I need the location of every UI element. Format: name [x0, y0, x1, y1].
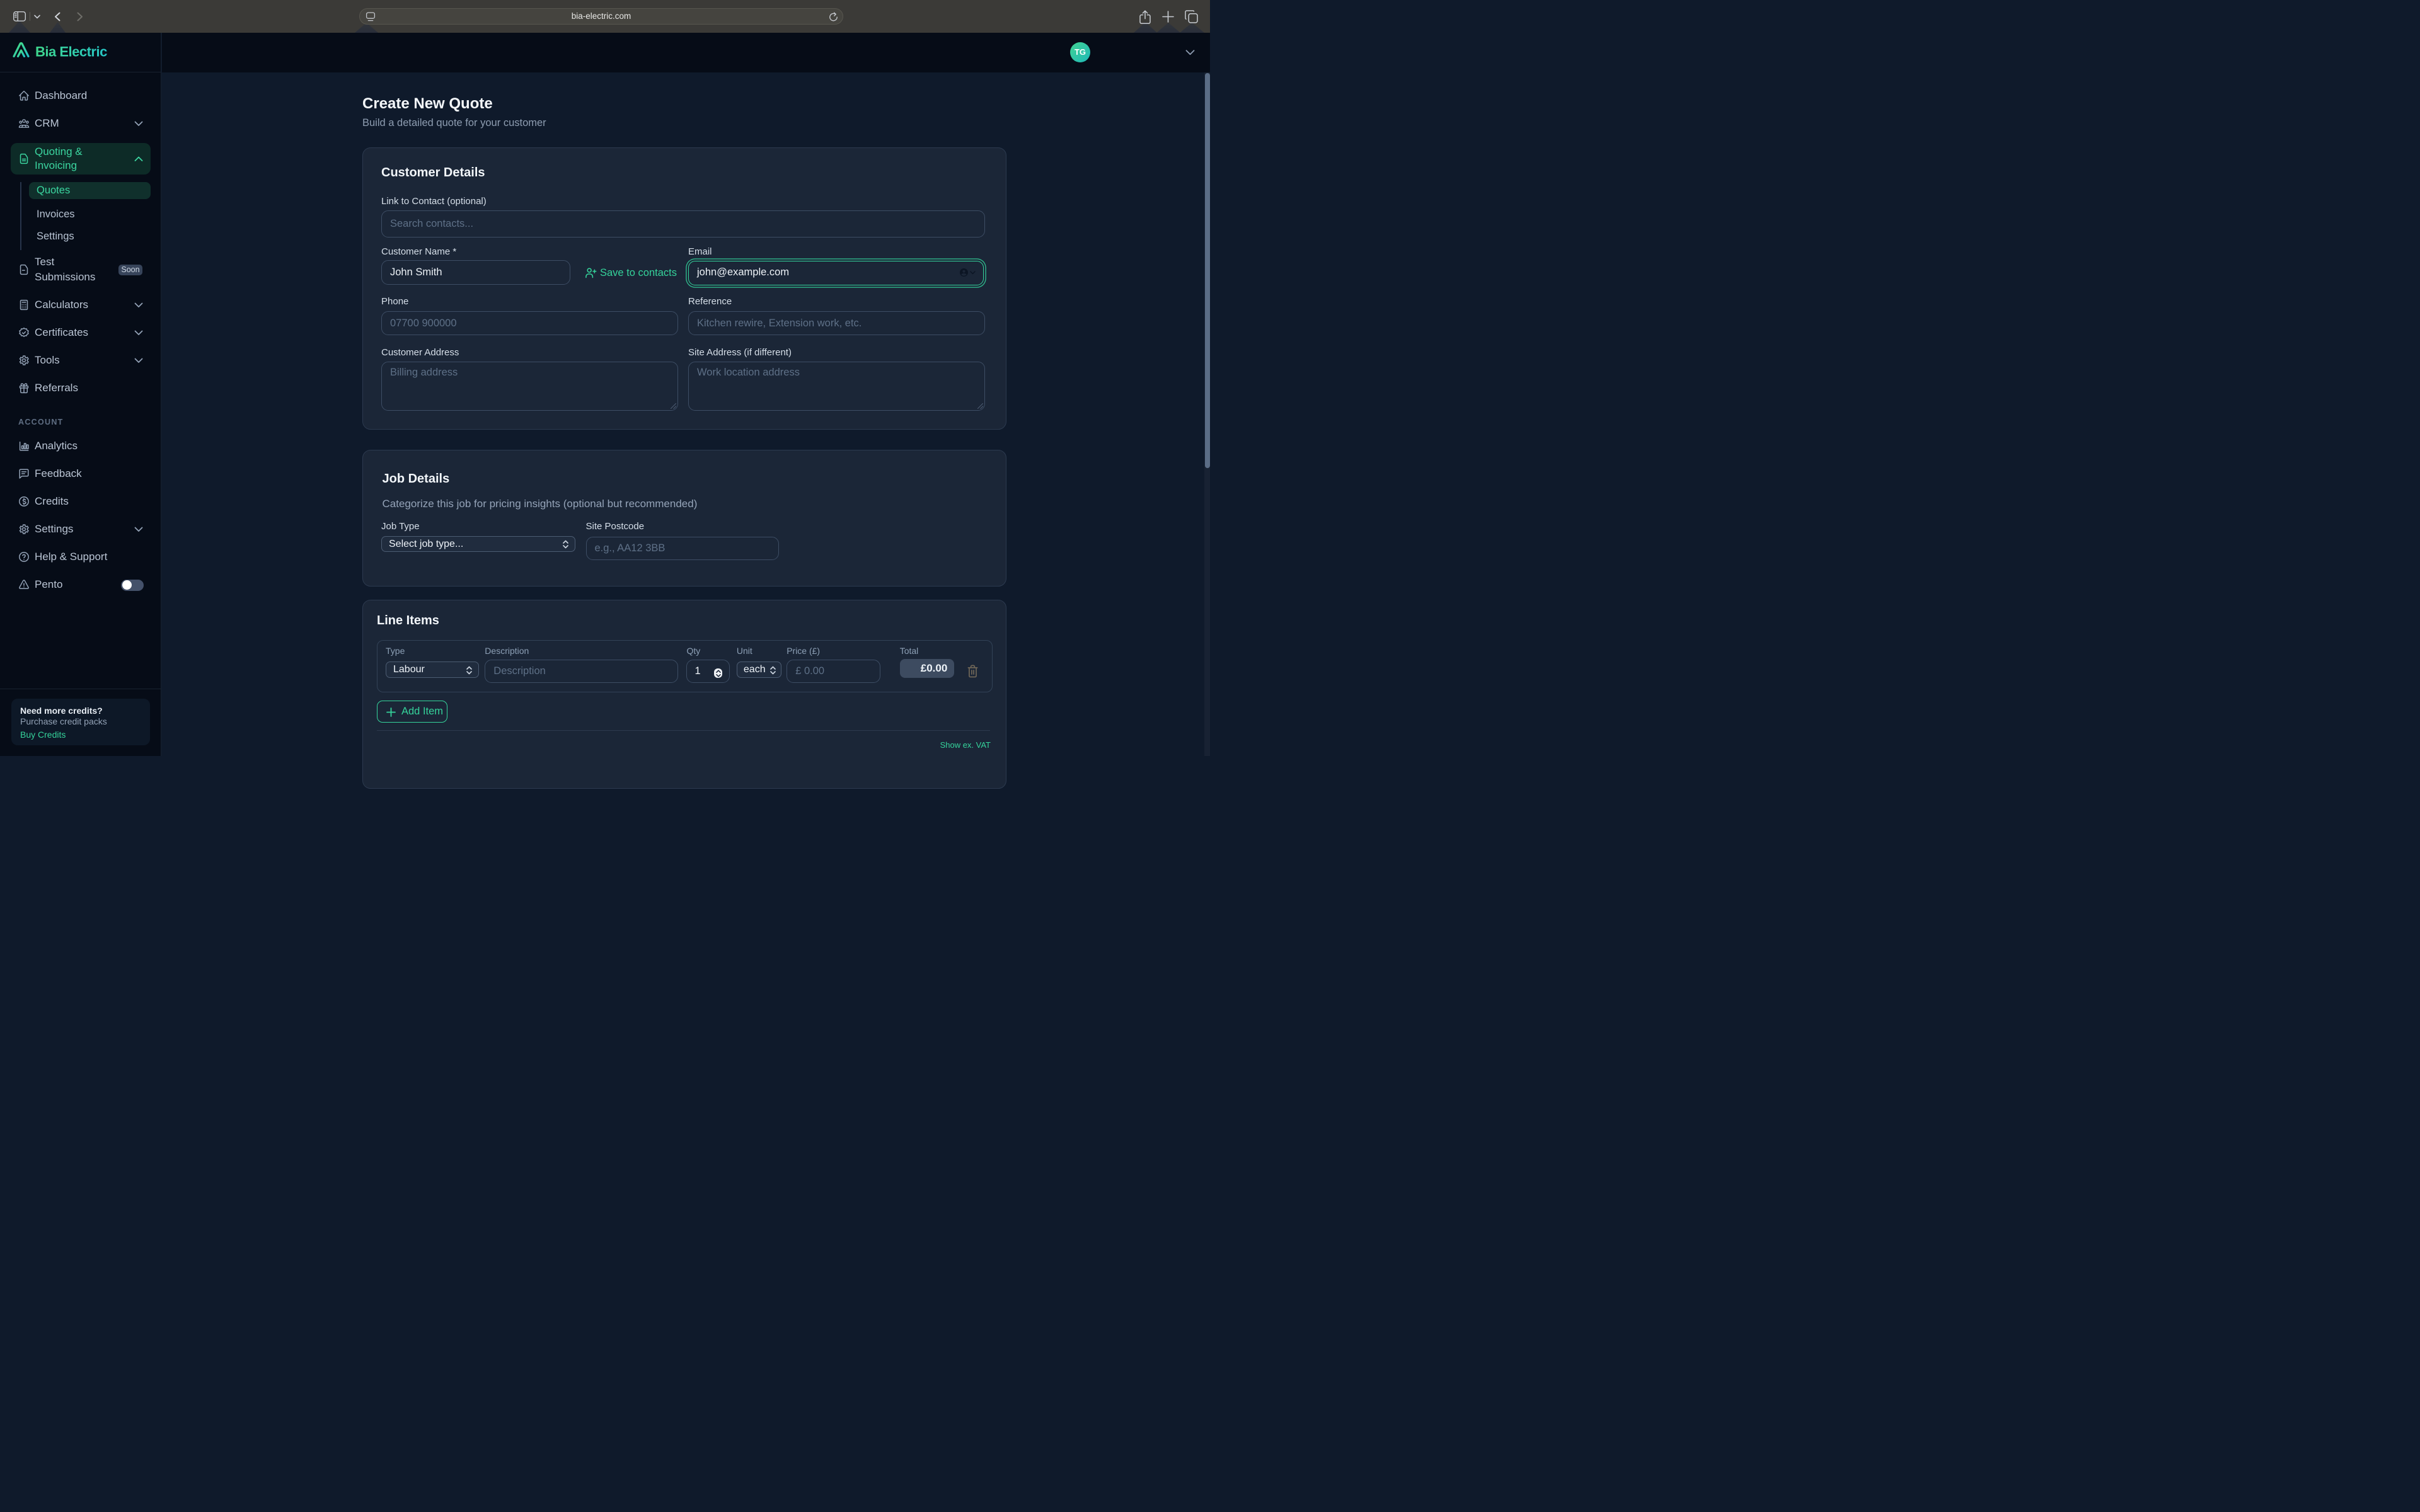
- svg-text:Bia Electric: Bia Electric: [35, 44, 107, 60]
